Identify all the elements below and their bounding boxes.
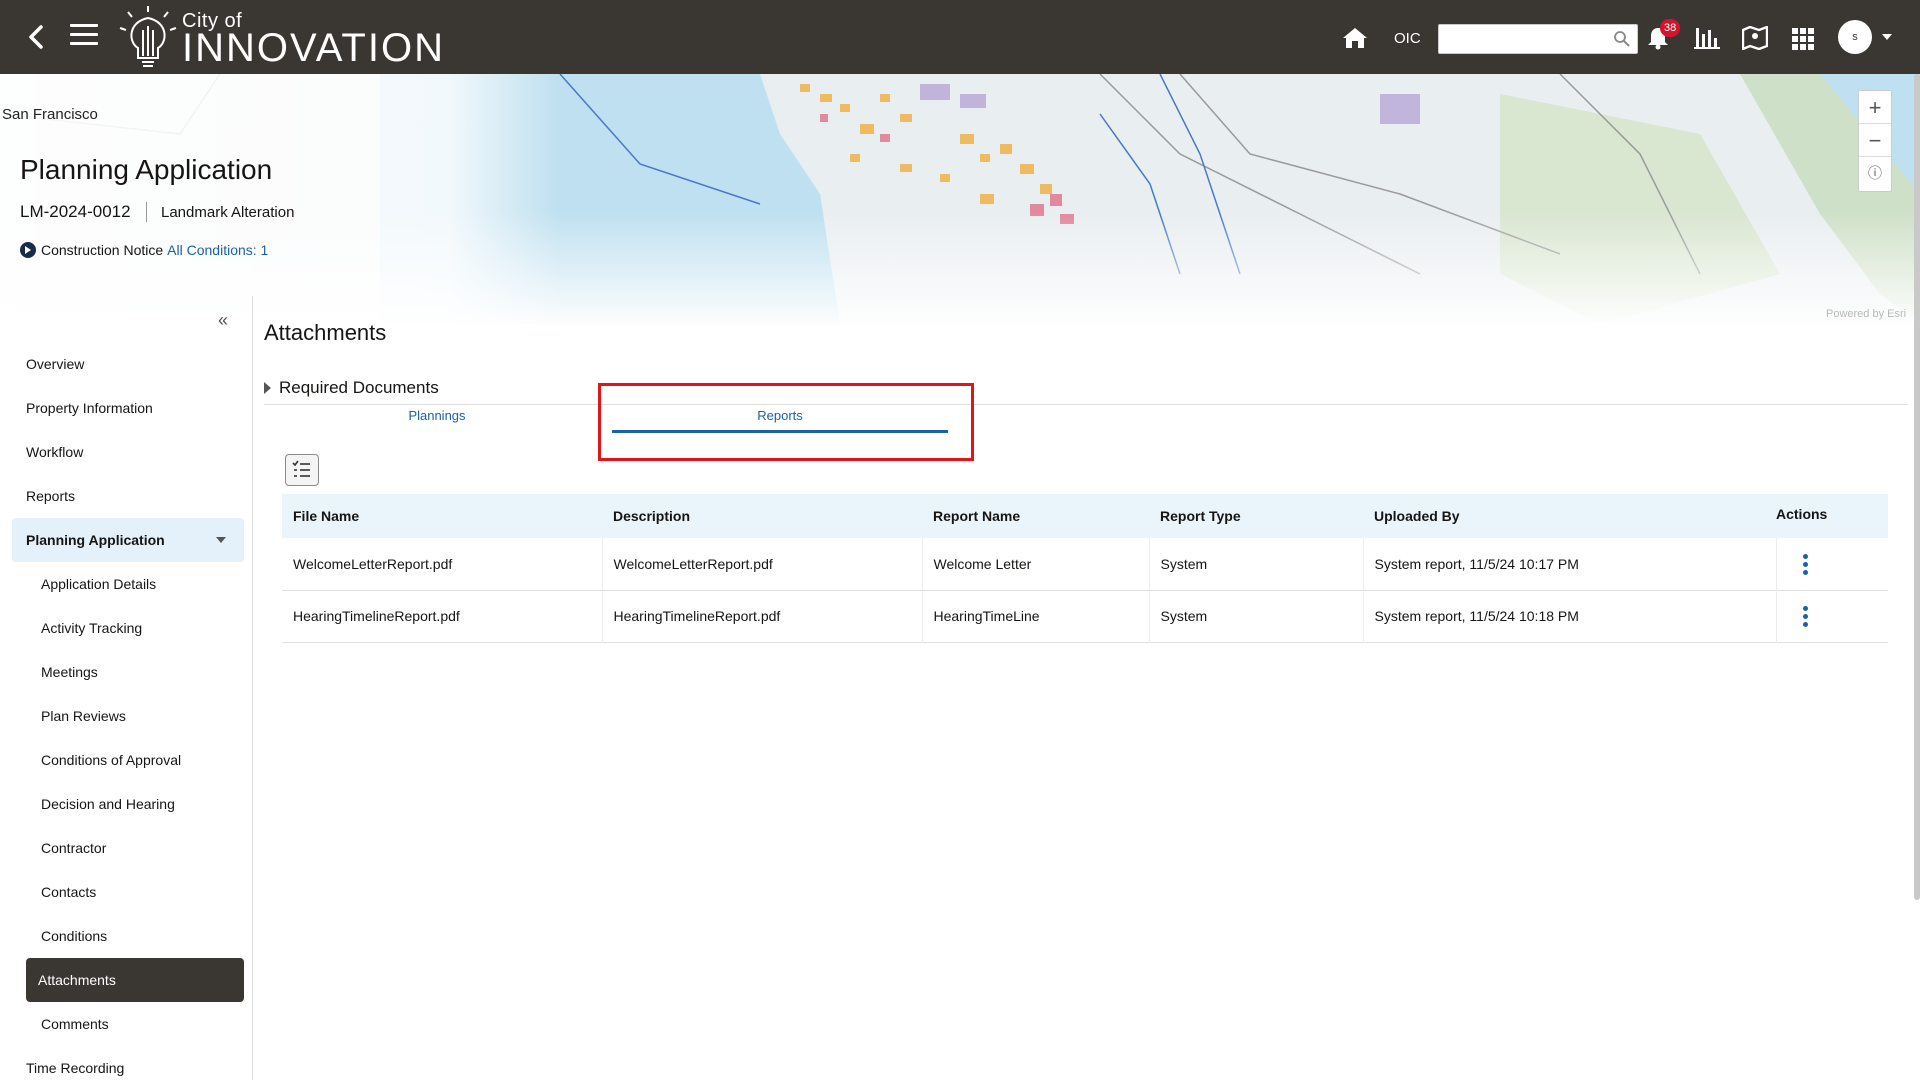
record-id: LM-2024-0012 <box>20 202 131 221</box>
double-chevron-left-icon[interactable]: « <box>218 310 228 331</box>
record-separator <box>146 202 147 222</box>
cell-uploaded-by: System report, 11/5/24 10:17 PM <box>1363 538 1777 590</box>
column-settings-button[interactable] <box>285 454 319 486</box>
section-divider <box>264 404 1908 405</box>
cell-report-name: Welcome Letter <box>922 538 1150 590</box>
cell-report-type: System <box>1149 538 1364 590</box>
nav-property-information[interactable]: Property Information <box>26 400 153 416</box>
list-settings-icon <box>292 460 310 477</box>
table-header-row: File Name Description Report Name Report… <box>282 494 1888 538</box>
col-description[interactable]: Description <box>602 494 922 538</box>
col-report-name[interactable]: Report Name <box>922 494 1149 538</box>
nav-time-recording[interactable]: Time Recording <box>26 1060 124 1076</box>
caret-down-icon[interactable] <box>1882 34 1892 40</box>
triangle-right-icon <box>264 382 271 394</box>
col-actions: Actions <box>1776 506 1828 522</box>
cell-description: HearingTimelineReport.pdf <box>602 590 923 642</box>
cell-report-type: System <box>1149 590 1364 642</box>
required-documents-label: Required Documents <box>279 378 439 397</box>
info-icon[interactable]: ⓘ <box>1859 157 1891 190</box>
required-documents-toggle[interactable]: Required Documents <box>264 378 439 398</box>
nav-application-details[interactable]: Application Details <box>41 576 156 592</box>
nav-overview[interactable]: Overview <box>26 356 84 372</box>
top-bar: City of INNOVATION OIC 38 s <box>0 0 1920 74</box>
nav-contacts[interactable]: Contacts <box>41 884 96 900</box>
lightbulb-logo-icon <box>119 6 177 67</box>
map-zoom-control: + − ⓘ <box>1858 90 1892 192</box>
map-place-label: San Francisco <box>2 106 98 123</box>
brand-title: INNOVATION <box>182 26 445 70</box>
page-scrollbar[interactable] <box>1914 74 1920 900</box>
avatar[interactable]: s <box>1838 20 1872 54</box>
construction-notice: Construction Notice All Conditions: 1 <box>20 242 268 258</box>
nav-decision-and-hearing[interactable]: Decision and Hearing <box>41 796 175 812</box>
record-type: Landmark Alteration <box>161 204 295 221</box>
side-navigation: « Overview Property Information Workflow… <box>0 296 253 1080</box>
cell-report-name: HearingTimeLine <box>922 590 1150 642</box>
nav-attachments[interactable]: Attachments <box>26 958 244 1002</box>
home-icon[interactable] <box>1342 26 1368 50</box>
zoom-out-icon[interactable]: − <box>1859 124 1891 157</box>
nav-contractor[interactable]: Contractor <box>41 840 106 856</box>
back-arrow-icon[interactable] <box>22 22 52 52</box>
table-row: HearingTimelineReport.pdf HearingTimelin… <box>282 590 1888 642</box>
nav-plan-reviews[interactable]: Plan Reviews <box>41 708 126 724</box>
reports-table: File Name Description Report Name Report… <box>282 494 1888 643</box>
col-file-name[interactable]: File Name <box>282 494 602 538</box>
notice-label: Construction Notice <box>41 242 164 258</box>
oic-label[interactable]: OIC <box>1394 30 1421 47</box>
all-conditions-link[interactable]: All Conditions: 1 <box>167 242 268 258</box>
map-attribution: Powered by Esri <box>1826 308 1907 320</box>
record-title: Planning Application <box>20 154 273 185</box>
col-uploaded-by[interactable]: Uploaded By <box>1363 494 1776 538</box>
map-banner[interactable]: San Francisco + − ⓘ Powered by Esri <box>0 74 1920 324</box>
nav-group-label: Planning Application <box>26 532 165 548</box>
search-input[interactable] <box>1439 25 1609 53</box>
nav-conditions-of-approval[interactable]: Conditions of Approval <box>41 752 181 768</box>
search-icon[interactable] <box>1613 30 1631 48</box>
table-row: WelcomeLetterReport.pdf WelcomeLetterRep… <box>282 538 1888 590</box>
nav-conditions[interactable]: Conditions <box>41 928 107 944</box>
nav-comments[interactable]: Comments <box>41 1016 109 1032</box>
nav-activity-tracking[interactable]: Activity Tracking <box>41 620 142 636</box>
highlight-annotation <box>598 383 974 461</box>
nav-attachments-label: Attachments <box>38 972 116 988</box>
tab-plannings[interactable]: Plannings <box>362 408 512 423</box>
notification-badge: 38 <box>1660 19 1681 37</box>
kebab-icon[interactable] <box>1793 604 1817 628</box>
cell-actions <box>1776 590 1888 642</box>
map-bottom-fade <box>0 74 1920 324</box>
page-title: Attachments <box>264 320 387 345</box>
nav-reports[interactable]: Reports <box>26 488 75 504</box>
zoom-in-icon[interactable]: + <box>1859 91 1891 124</box>
kebab-icon[interactable] <box>1793 552 1817 576</box>
col-report-type[interactable]: Report Type <box>1149 494 1363 538</box>
cell-description: WelcomeLetterReport.pdf <box>602 538 923 590</box>
map-icon[interactable] <box>1742 26 1768 50</box>
notice-icon <box>20 242 36 258</box>
nav-group-planning-application[interactable]: Planning Application <box>12 518 244 562</box>
cell-file-name[interactable]: WelcomeLetterReport.pdf <box>282 538 603 590</box>
nav-workflow[interactable]: Workflow <box>26 444 83 460</box>
cell-actions <box>1776 538 1888 590</box>
cell-uploaded-by: System report, 11/5/24 10:18 PM <box>1363 590 1777 642</box>
app-grid-icon[interactable] <box>1792 28 1814 50</box>
chart-icon[interactable] <box>1694 26 1720 50</box>
nav-meetings[interactable]: Meetings <box>41 664 98 680</box>
search-box[interactable] <box>1438 24 1638 54</box>
hamburger-icon[interactable] <box>70 24 98 50</box>
cell-file-name[interactable]: HearingTimelineReport.pdf <box>282 590 603 642</box>
chevron-down-icon[interactable] <box>216 537 226 543</box>
